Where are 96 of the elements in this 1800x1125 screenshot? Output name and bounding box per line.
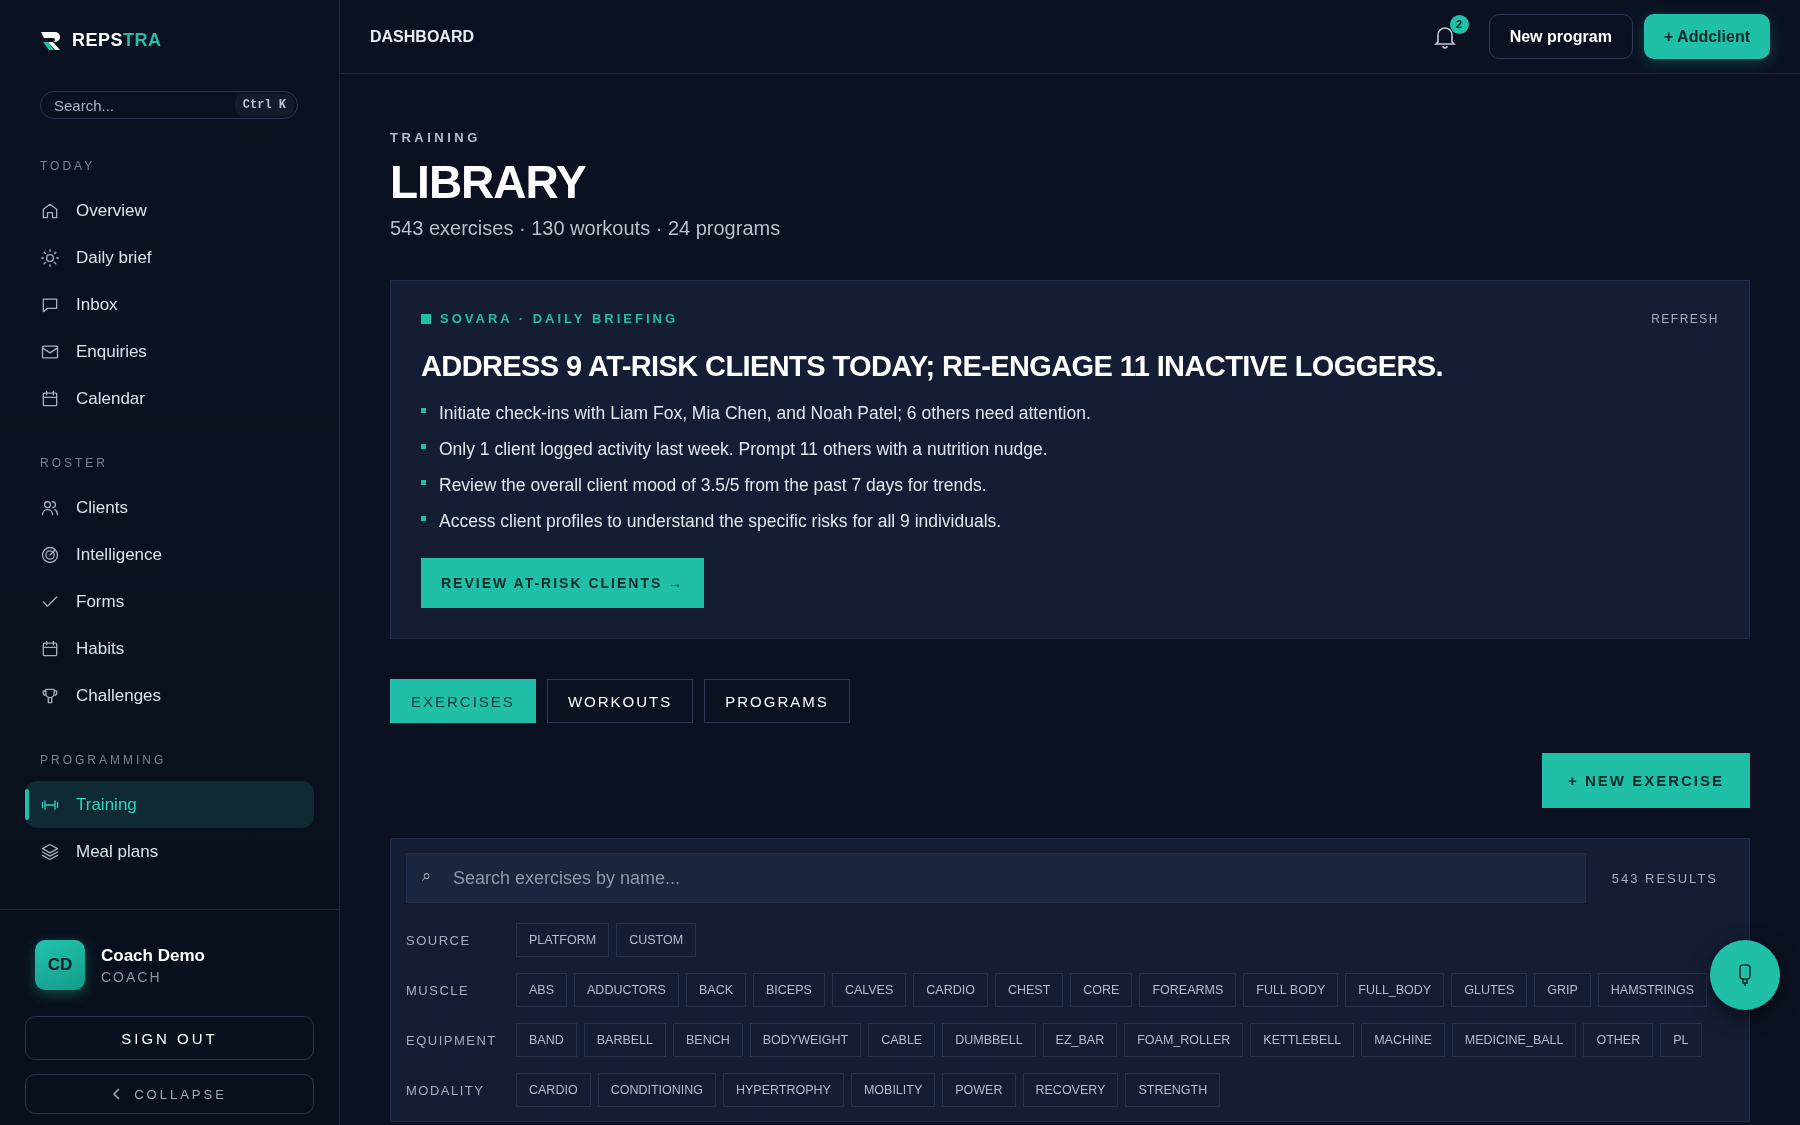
filter-chip[interactable]: FOAM_ROLLER (1124, 1023, 1244, 1057)
filter-chip[interactable]: DUMBBELL (942, 1023, 1036, 1057)
filter-chip[interactable]: GRIP (1534, 973, 1591, 1007)
briefing-point: Only 1 client logged activity last week. Prompt 11 others with a nutrition nudge. (439, 439, 1048, 460)
square-icon (421, 313, 431, 324)
filter-chip[interactable]: CORE (1070, 973, 1133, 1007)
filter-chip[interactable]: BACK (685, 973, 746, 1007)
page-title: DASHBOARD (370, 27, 475, 46)
nav-item[interactable]: Clients (25, 484, 314, 531)
briefing-point: Initiate check-ins with Liam Fox, Mia Chen, and Noah Patel; 6 others need attention. (439, 403, 1091, 424)
sun-icon (40, 247, 60, 268)
filter-chip[interactable]: FULL_BODY (1345, 973, 1445, 1007)
nav-item[interactable]: Meal plans (25, 828, 314, 875)
section-label: ROSTER (40, 456, 109, 470)
refresh-link[interactable]: REFRESH (1651, 311, 1719, 326)
layers-icon (40, 841, 60, 862)
filter-chip[interactable]: CUSTOM (616, 923, 697, 957)
nav-item[interactable]: Training (25, 781, 314, 828)
notification-badge: 2 (1449, 14, 1469, 34)
search-icon: ⌕ (422, 867, 431, 885)
nav-item[interactable]: Daily brief (25, 234, 314, 281)
filter-chip[interactable]: BARBELL (583, 1023, 666, 1057)
nav-item[interactable]: Enquiries (25, 328, 314, 375)
filter-chip[interactable]: GLUTES (1451, 973, 1528, 1007)
filter-chip[interactable]: MOBILITY (850, 1073, 936, 1107)
filter-chip[interactable]: CHEST (994, 973, 1064, 1007)
section-eyebrow: TRAINING (390, 130, 482, 145)
filter-label: SOURCE (406, 932, 472, 948)
filter-chip[interactable]: KETTLEBELL (1250, 1023, 1355, 1057)
filter-chip[interactable]: MACHINE (1361, 1023, 1445, 1057)
filter-chip[interactable]: HAMSTRINGS (1597, 973, 1708, 1007)
shortcut-hint: Ctrl K (234, 94, 294, 116)
filter-chip[interactable]: EZ_BAR (1042, 1023, 1118, 1057)
section-label: PROGRAMMING (40, 753, 168, 767)
filter-chip[interactable]: CONDITIONING (597, 1073, 716, 1107)
notification-bell-icon[interactable] (1433, 24, 1456, 49)
filter-chip[interactable]: CABLE (868, 1023, 936, 1057)
calendar-icon (40, 638, 60, 659)
calendar-icon (40, 388, 60, 409)
nav-item[interactable]: Habits (25, 625, 314, 672)
filter-chip[interactable]: FOREARMS (1139, 973, 1237, 1007)
filter-label: MODALITY (406, 1082, 486, 1098)
filter-chip[interactable]: BAND (516, 1023, 577, 1057)
filter-chip[interactable]: CARDIO (913, 973, 988, 1007)
filter-chip[interactable]: MEDICINE_BALL (1451, 1023, 1577, 1057)
avatar: CD (35, 940, 85, 990)
briefing-eyebrow: SOVARA · DAILY BRIEFING (440, 311, 679, 326)
section-label: TODAY (40, 159, 97, 173)
nav-item[interactable]: Inbox (25, 281, 314, 328)
filter-chip[interactable]: PL (1660, 1023, 1702, 1057)
user-name: Coach Demo (101, 945, 205, 966)
filter-chip[interactable]: CARDIO (516, 1073, 591, 1107)
bullet-icon (421, 480, 426, 485)
microphone-icon (1737, 963, 1753, 987)
briefing-headline: ADDRESS 9 AT-RISK CLIENTS TODAY; RE-ENGAGE 11 INACTIVE LOGGERS. (421, 350, 1444, 383)
chevron-left-icon (112, 1088, 123, 1100)
filter-chip[interactable]: STRENGTH (1125, 1073, 1221, 1107)
sign-out-button[interactable]: SIGN OUT (25, 1016, 314, 1060)
brand-name: REPSTRA (72, 30, 162, 51)
filter-chip[interactable]: ADDUCTORS (574, 973, 679, 1007)
new-program-button[interactable]: New program (1488, 14, 1633, 59)
filter-chip[interactable]: PLATFORM (516, 923, 610, 957)
library-summary: 543 exercises · 130 workouts · 24 programs (390, 217, 782, 240)
filter-chip[interactable]: CALVES (831, 973, 907, 1007)
filter-chip[interactable]: FULL BODY (1243, 973, 1339, 1007)
briefing-point: Review the overall client mood of 3.5/5 from the past 7 days for trends. (439, 475, 987, 496)
collapse-button[interactable]: COLLAPSE (25, 1074, 314, 1114)
filter-label: EQUIPMENT (406, 1032, 498, 1048)
bullet-icon (421, 444, 426, 449)
nav-item[interactable]: Intelligence (25, 531, 314, 578)
target-icon (40, 544, 60, 565)
library-tab[interactable]: WORKOUTS (546, 679, 694, 723)
filter-chip[interactable]: BICEPS (753, 973, 825, 1007)
filter-chip[interactable]: HYPERTROPHY (723, 1073, 844, 1107)
filter-chip[interactable]: POWER (942, 1073, 1016, 1107)
user-role: COACH (101, 968, 163, 985)
bullet-icon (421, 408, 426, 413)
library-tab[interactable]: EXERCISES (390, 679, 536, 723)
results-count: 543 RESULTS (1611, 870, 1718, 886)
filter-chip[interactable]: ABS (516, 973, 567, 1007)
library-tab[interactable]: PROGRAMS (704, 679, 850, 723)
filter-chip[interactable]: BENCH (673, 1023, 743, 1057)
nav-item[interactable]: Forms (25, 578, 314, 625)
new-exercise-button[interactable]: + NEW EXERCISE (1542, 753, 1750, 808)
add-client-button[interactable]: + Addclient (1643, 14, 1770, 59)
nav-item[interactable]: Overview (25, 187, 314, 234)
filter-label: MUSCLE (406, 982, 471, 998)
nav-item[interactable]: Calendar (25, 375, 314, 422)
review-clients-button[interactable]: REVIEW AT-RISK CLIENTS → (421, 558, 705, 608)
nav-item[interactable]: Challenges (25, 672, 314, 719)
filter-chip[interactable]: OTHER (1583, 1023, 1654, 1057)
bullet-icon (421, 516, 426, 521)
briefing-point: Access client profiles to understand the specific risks for all 9 individuals. (439, 511, 1002, 532)
filter-chip[interactable]: RECOVERY (1022, 1073, 1119, 1107)
filter-chip[interactable]: BODYWEIGHT (749, 1023, 862, 1057)
page-heading: LIBRARY (390, 155, 587, 209)
